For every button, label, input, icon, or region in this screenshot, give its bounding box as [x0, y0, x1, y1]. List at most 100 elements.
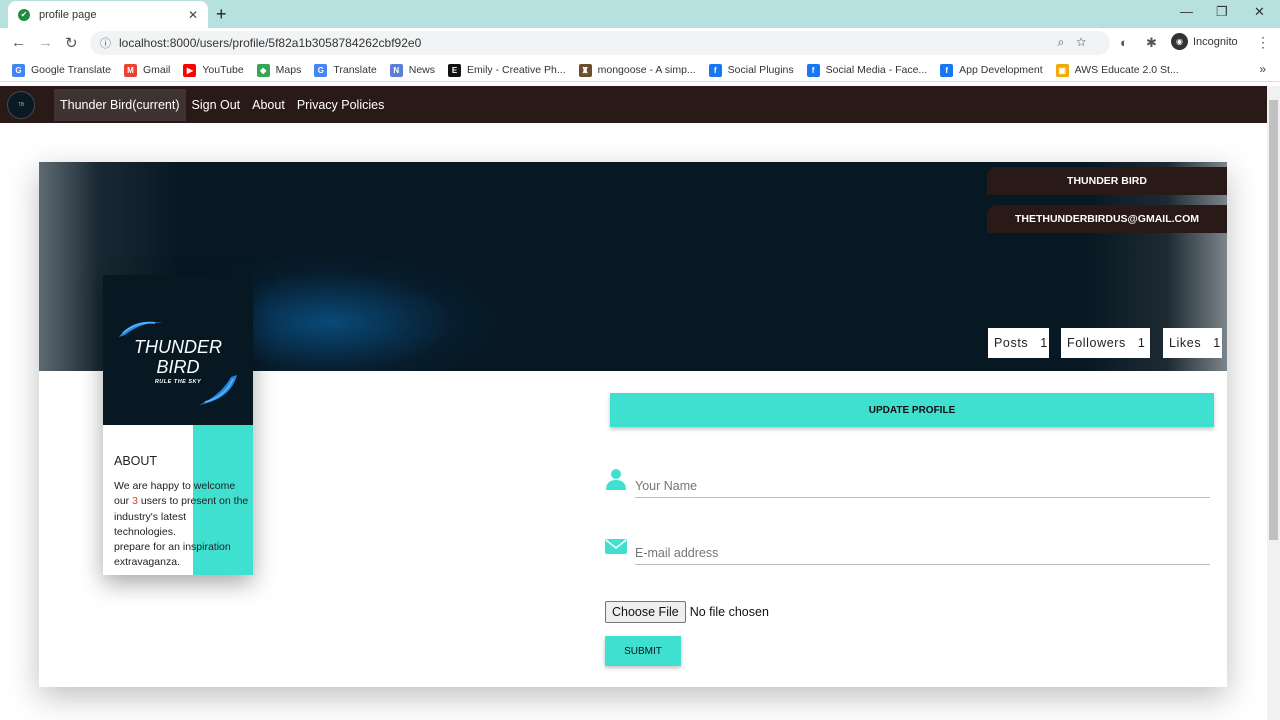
check-icon: ✔	[18, 8, 30, 21]
stat-value: 1	[1213, 336, 1221, 350]
address-bar: ← → ↻ ⓘ localhost:8000/users/profile/5f8…	[0, 28, 1280, 59]
bookmark-item[interactable]: M Gmail	[123, 63, 171, 77]
bookmark-label: AWS Educate 2.0 St...	[1074, 64, 1179, 76]
close-tab-icon[interactable]: ✕	[188, 8, 198, 22]
bookmark-item[interactable]: f App Development	[940, 63, 1043, 77]
stat-label: Posts	[994, 336, 1029, 350]
maximize-icon[interactable]: ❐	[1216, 4, 1228, 20]
bookmark-icon: ◆	[256, 63, 270, 77]
incognito-badge[interactable]: ◉ Incognito	[1171, 33, 1238, 50]
about-heading: ABOUT	[114, 454, 158, 468]
bookmark-icon: ▶	[183, 63, 197, 77]
minimize-icon[interactable]: —	[1180, 4, 1193, 19]
browser-tab[interactable]: ✔ profile page ✕	[8, 1, 208, 28]
bookmark-icon: ▣	[1055, 63, 1069, 77]
email-field	[605, 535, 1210, 565]
bookmark-icon: E	[448, 63, 461, 77]
page-scrollbar[interactable]	[1267, 86, 1280, 720]
profile-card: THUNDER BIRD THETHUNDERBIRDUS@GMAIL.COM …	[39, 162, 1227, 687]
bookmark-label: Translate	[333, 64, 377, 76]
puzzle-icon[interactable]: ✱	[1146, 35, 1157, 51]
bookmark-icon: f	[940, 63, 954, 77]
new-tab-button[interactable]: +	[216, 4, 227, 25]
site-navbar: TB Thunder Bird(current) Sign Out About …	[0, 86, 1267, 123]
nav-link-privacy[interactable]: Privacy Policies	[291, 89, 391, 121]
file-status: No file chosen	[689, 605, 769, 619]
bookmark-label: Emily - Creative Ph...	[467, 64, 566, 76]
bookmark-icon: f	[708, 63, 722, 77]
reload-icon[interactable]: ↻	[65, 34, 78, 52]
logo-text: THUNDER BIRD	[103, 337, 253, 377]
bookmark-item[interactable]: ▣ AWS Educate 2.0 St...	[1055, 63, 1179, 77]
url-field[interactable]: ⓘ localhost:8000/users/profile/5f82a1b30…	[90, 31, 1110, 55]
forward-arrow-icon[interactable]: →	[38, 34, 53, 51]
stat-value: 1	[1137, 336, 1146, 350]
avatar-card: THUNDER BIRD RULE THE SKY ABOUT We are h…	[103, 275, 253, 575]
bookmark-label: Social Plugins	[727, 64, 794, 76]
nav-link-profile[interactable]: Thunder Bird(current)	[54, 88, 186, 121]
bookmark-item[interactable]: G Google Translate	[12, 63, 111, 77]
nav-link-sign-out[interactable]: Sign Out	[186, 89, 247, 121]
bookmarks-bar: G Google Translate M Gmail ▶ YouTube ◆ Maps G Tra…	[0, 59, 1280, 82]
stat-label: Likes	[1169, 336, 1202, 350]
site-logo[interactable]: TB	[7, 90, 35, 119]
bookmark-label: mongoose - A simp...	[597, 64, 696, 76]
menu-dots-icon[interactable]: ⋮	[1256, 34, 1270, 51]
submit-button[interactable]: SUBMIT	[605, 636, 681, 666]
back-arrow-icon[interactable]: ←	[11, 34, 26, 51]
bookmark-item[interactable]: ▶ YouTube	[183, 63, 244, 77]
info-icon[interactable]: ⓘ	[100, 35, 111, 51]
profile-name-badge: THUNDER BIRD	[987, 167, 1227, 195]
bookmark-item[interactable]: f Social Plugins	[708, 63, 794, 77]
bookmark-icon: N	[389, 63, 403, 77]
bookmark-label: Social Media - Face...	[825, 64, 928, 76]
bookmark-item[interactable]: ♜ mongoose - A simp...	[578, 63, 696, 77]
stat-posts: Posts 1	[988, 328, 1049, 358]
about-text: We are happy to welcome our 3 users to p…	[114, 479, 249, 571]
bookmark-item[interactable]: G Translate	[314, 63, 377, 77]
bookmark-label: Google Translate	[31, 64, 111, 76]
stat-followers: Followers 1	[1061, 328, 1150, 358]
envelope-icon	[605, 539, 627, 554]
logo-tagline: RULE THE SKY	[154, 379, 202, 385]
email-input[interactable]	[635, 541, 1210, 565]
bookmark-icon: M	[123, 63, 137, 77]
stat-label: Followers	[1067, 336, 1126, 350]
incognito-icon: ◉	[1171, 33, 1188, 50]
bookmark-label: App Development	[959, 64, 1043, 76]
bookmarks-overflow-button[interactable]: »	[1259, 62, 1266, 76]
name-input[interactable]	[635, 474, 1210, 498]
logo-line-2: BIRD	[156, 357, 200, 377]
bookmark-item[interactable]: f Social Media - Face...	[806, 63, 928, 77]
nav-link-about[interactable]: About	[246, 89, 291, 121]
update-profile-button[interactable]: UPDATE PROFILE	[610, 393, 1214, 427]
stat-likes: Likes 1	[1163, 328, 1222, 358]
bookmark-icon: ♜	[578, 63, 592, 77]
choose-file-button[interactable]: Choose File	[605, 601, 686, 623]
bookmark-label: YouTube	[202, 64, 244, 76]
user-icon	[606, 469, 626, 490]
zoom-star-icons[interactable]: ⌕☆	[1057, 35, 1098, 50]
bookmark-icon: G	[314, 63, 328, 77]
stat-value: 1	[1040, 336, 1048, 350]
scrollbar-thumb[interactable]	[1269, 100, 1278, 540]
bookmark-item[interactable]: E Emily - Creative Ph...	[448, 63, 566, 77]
file-upload: Choose File No file chosen	[605, 601, 769, 623]
window-close-icon[interactable]: ✕	[1254, 4, 1265, 20]
name-field	[605, 468, 1210, 498]
logo-line-1: THUNDER	[134, 337, 222, 357]
bookmark-label: Gmail	[142, 64, 171, 76]
bookmark-item[interactable]: N News	[389, 63, 435, 77]
bookmark-icon: f	[806, 63, 820, 77]
browser-tab-bar: ✔ profile page ✕ + — ❐ ✕	[0, 0, 1280, 28]
bookmark-label: Maps	[275, 64, 302, 76]
extension-icon[interactable]: ◐	[1120, 35, 1128, 50]
incognito-label: Incognito	[1193, 35, 1238, 48]
tab-title: profile page	[39, 8, 97, 21]
url-text: localhost:8000/users/profile/5f82a1b3058…	[119, 36, 422, 50]
profile-email-badge: THETHUNDERBIRDUS@GMAIL.COM	[987, 205, 1227, 233]
profile-avatar: THUNDER BIRD RULE THE SKY	[103, 275, 253, 425]
bookmark-item[interactable]: ◆ Maps	[256, 63, 302, 77]
bookmark-icon: G	[12, 63, 25, 77]
about-text-part: prepare for an inspiration extravaganza.	[114, 541, 231, 569]
